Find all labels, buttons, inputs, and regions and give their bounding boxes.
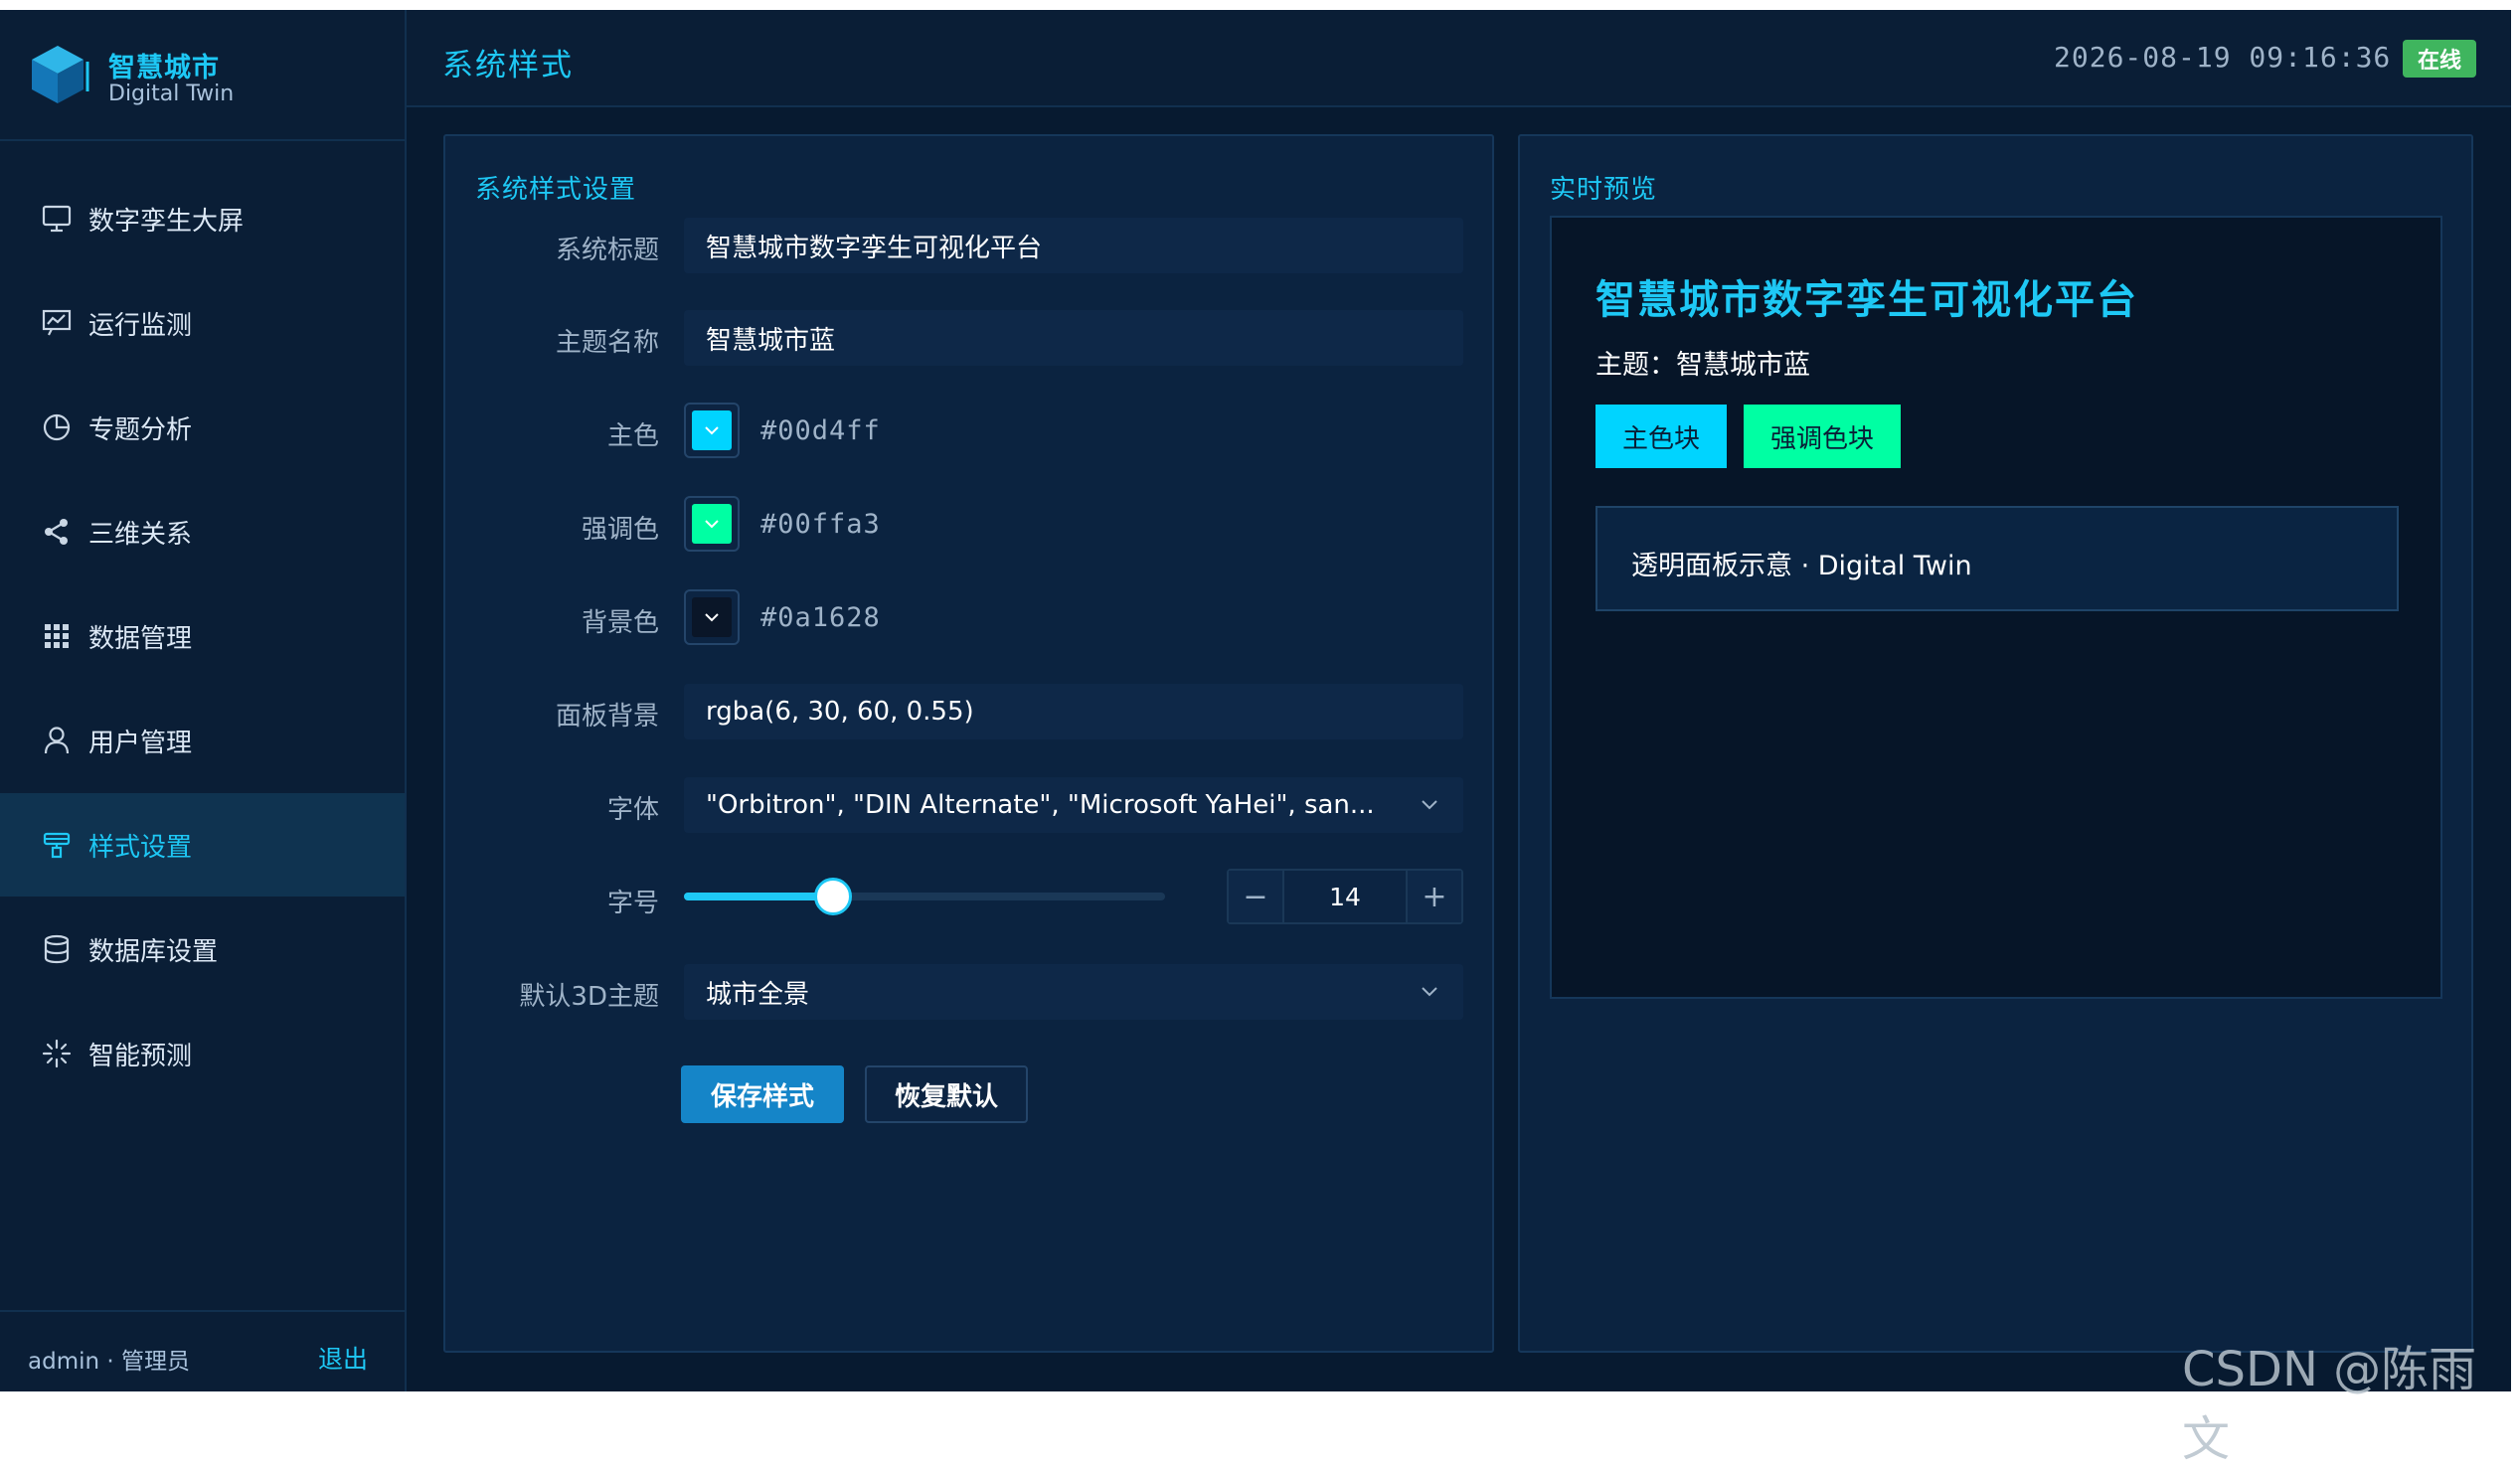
accent-color-hex: #00ffa3 bbox=[760, 509, 881, 540]
share-icon bbox=[41, 516, 73, 548]
top-header: 系统样式 2026-08-19 09:16:36 在线 bbox=[407, 10, 2511, 107]
sidebar-item-label: 智能预测 bbox=[88, 1041, 193, 1071]
sidebar-item-analysis[interactable]: 专题分析 bbox=[0, 376, 405, 479]
chevron-down-icon bbox=[705, 613, 719, 622]
page-title: 系统样式 bbox=[442, 48, 574, 83]
font-size-slider-fill bbox=[684, 893, 834, 900]
line-chart-icon bbox=[41, 307, 73, 339]
sidebar-item-3d-relations[interactable]: 三维关系 bbox=[0, 480, 405, 583]
primary-color-label: 主色 bbox=[606, 421, 659, 451]
sidebar-item-user-management[interactable]: 用户管理 bbox=[0, 689, 405, 792]
default-3d-theme-select[interactable]: 城市全景 bbox=[684, 964, 1463, 1020]
font-size-stepper: − 14 + bbox=[1227, 869, 1463, 924]
primary-color-hex: #00d4ff bbox=[760, 415, 881, 446]
accent-color-swatch bbox=[692, 504, 732, 544]
default-3d-theme-value: 城市全景 bbox=[706, 979, 810, 1010]
increment-button[interactable]: + bbox=[1406, 871, 1461, 922]
theme-name-input[interactable]: 智慧城市蓝 bbox=[684, 310, 1463, 366]
sidebar-item-label: 数据管理 bbox=[88, 623, 193, 654]
accent-color-picker[interactable] bbox=[684, 496, 740, 552]
save-style-button[interactable]: 保存样式 bbox=[681, 1065, 844, 1123]
sidebar-item-data-management[interactable]: 数据管理 bbox=[0, 584, 405, 688]
font-size-input[interactable]: 14 bbox=[1284, 871, 1406, 922]
sidebar-item-label: 三维关系 bbox=[88, 519, 193, 550]
panel-background-label: 面板背景 bbox=[555, 702, 659, 732]
pie-chart-icon bbox=[41, 411, 73, 443]
sidebar-item-label: 数字孪生大屏 bbox=[88, 206, 245, 237]
chevron-down-icon bbox=[705, 426, 719, 435]
chevron-down-icon bbox=[1422, 987, 1437, 997]
style-settings-panel: 系统样式设置 系统标题 智慧城市数字孪生可视化平台 主题名称 智慧城市蓝 主色 … bbox=[443, 134, 1494, 1353]
decrement-button[interactable]: − bbox=[1229, 871, 1284, 922]
sidebar-item-prediction[interactable]: 智能预测 bbox=[0, 1002, 405, 1105]
system-title-label: 系统标题 bbox=[555, 236, 659, 265]
primary-color-picker[interactable] bbox=[684, 403, 740, 458]
cube-logo-icon bbox=[32, 46, 89, 103]
user-icon bbox=[41, 725, 73, 756]
sidebar-item-database[interactable]: 数据库设置 bbox=[0, 898, 405, 1001]
live-preview-panel: 实时预览 智慧城市数字孪生可视化平台 主题：智慧城市蓝 主色块 强调色块 透明面… bbox=[1518, 134, 2473, 1353]
font-size-slider[interactable] bbox=[684, 878, 1165, 915]
preview-panel-text: 透明面板示意 · Digital Twin bbox=[1631, 551, 1972, 581]
app-frame: 智慧城市 Digital Twin 数字孪生大屏 运行监测 专题分析 三维关系 … bbox=[0, 10, 2511, 1391]
preview-primary-block: 主色块 bbox=[1596, 405, 1727, 468]
sidebar-item-dashboard[interactable]: 数字孪生大屏 bbox=[0, 167, 405, 270]
background-color-hex: #0a1628 bbox=[760, 602, 881, 633]
font-size-slider-handle[interactable] bbox=[814, 878, 853, 915]
brand-logo: 智慧城市 Digital Twin bbox=[0, 10, 407, 141]
background-color-picker[interactable] bbox=[684, 589, 740, 645]
font-family-value: "Orbitron", "DIN Alternate", "Microsoft … bbox=[706, 790, 1375, 820]
status-badge: 在线 bbox=[2403, 40, 2476, 78]
sidebar-item-monitoring[interactable]: 运行监测 bbox=[0, 271, 405, 375]
panel-title: 系统样式设置 bbox=[475, 175, 637, 205]
default-3d-theme-label: 默认3D主题 bbox=[519, 982, 659, 1012]
preview-accent-block: 强调色块 bbox=[1744, 405, 1901, 468]
font-family-select[interactable]: "Orbitron", "DIN Alternate", "Microsoft … bbox=[684, 777, 1463, 833]
theme-name-label: 主题名称 bbox=[555, 328, 659, 358]
panel-title: 实时预览 bbox=[1550, 175, 1658, 205]
current-user: admin · 管理员 bbox=[28, 1349, 190, 1375]
sidebar-item-label: 数据库设置 bbox=[88, 936, 219, 967]
chevron-down-icon bbox=[1422, 800, 1437, 810]
sidebar-item-label: 样式设置 bbox=[88, 832, 193, 863]
sidebar-item-label: 用户管理 bbox=[88, 728, 193, 758]
brand-subtitle: Digital Twin bbox=[108, 82, 235, 106]
sidebar-footer: admin · 管理员 退出 bbox=[0, 1310, 405, 1391]
app-window: 智慧城市 Digital Twin 数字孪生大屏 运行监测 专题分析 三维关系 … bbox=[0, 0, 2520, 1467]
preview-theme-line: 主题：智慧城市蓝 bbox=[1596, 350, 1810, 381]
database-icon bbox=[41, 933, 73, 965]
preview-canvas: 智慧城市数字孪生可视化平台 主题：智慧城市蓝 主色块 强调色块 透明面板示意 ·… bbox=[1550, 216, 2442, 999]
background-color-swatch bbox=[692, 597, 732, 637]
font-family-label: 字体 bbox=[606, 795, 659, 825]
panel-background-input[interactable]: rgba(6, 30, 60, 0.55) bbox=[684, 684, 1463, 739]
datetime-display: 2026-08-19 09:16:36 bbox=[2054, 41, 2392, 74]
grid-icon bbox=[41, 620, 73, 652]
sidebar-item-style-settings[interactable]: 样式设置 bbox=[0, 793, 405, 897]
brand-title: 智慧城市 bbox=[108, 53, 220, 83]
background-color-label: 背景色 bbox=[581, 608, 659, 638]
font-size-label: 字号 bbox=[606, 889, 659, 918]
brush-icon bbox=[41, 829, 73, 861]
chevron-down-icon bbox=[705, 520, 719, 529]
system-title-input[interactable]: 智慧城市数字孪生可视化平台 bbox=[684, 218, 1463, 273]
logout-link[interactable]: 退出 bbox=[318, 1340, 368, 1376]
sidebar: 智慧城市 Digital Twin 数字孪生大屏 运行监测 专题分析 三维关系 … bbox=[0, 10, 407, 1391]
accent-color-label: 强调色 bbox=[581, 515, 659, 545]
monitor-icon bbox=[41, 203, 73, 235]
preview-title: 智慧城市数字孪生可视化平台 bbox=[1596, 277, 2138, 323]
preview-transparent-panel: 透明面板示意 · Digital Twin bbox=[1596, 506, 2399, 611]
sidebar-item-label: 运行监测 bbox=[88, 310, 193, 341]
reset-default-button[interactable]: 恢复默认 bbox=[865, 1065, 1028, 1123]
sidebar-item-label: 专题分析 bbox=[88, 414, 193, 445]
watermark: CSDN @陈雨文 bbox=[2182, 1342, 2477, 1467]
sparkle-icon bbox=[41, 1038, 73, 1069]
primary-color-swatch bbox=[692, 410, 732, 450]
